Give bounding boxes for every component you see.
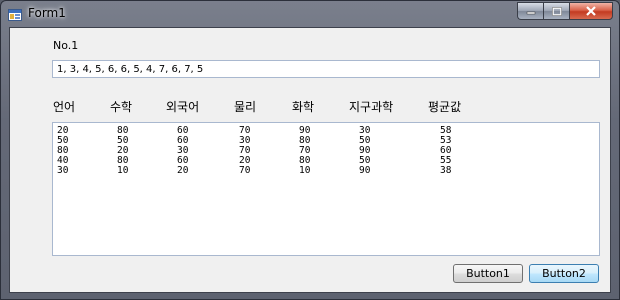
numbers-input[interactable] [52,60,600,78]
header-chemistry: 화학 [292,100,315,114]
form1-window: Form1 No.1 언어 수학 외국어 물리 화학 지구과학 평균값 [0,0,620,300]
client-area: No.1 언어 수학 외국어 물리 화학 지구과학 평균값 20 80 60 7… [9,27,611,293]
list-item[interactable]: 30 10 20 70 10 90 38 [53,166,599,176]
app-icon[interactable] [8,7,22,21]
cell-chemistry: 10 [299,165,311,176]
column-headers: 언어 수학 외국어 물리 화학 지구과학 평균값 [10,98,610,114]
maximize-icon [551,6,562,16]
button1[interactable]: Button1 [453,264,523,283]
results-listbox[interactable]: 20 80 60 70 90 30 58 50 50 60 30 80 50 5… [52,122,600,256]
header-earth-science: 지구과학 [349,100,394,114]
no-label: No.1 [53,39,79,52]
caption-buttons [517,2,613,21]
cell-language: 30 [57,165,69,176]
close-button[interactable] [569,2,613,20]
maximize-button[interactable] [543,2,569,20]
cell-physics: 70 [239,165,251,176]
header-physics: 물리 [234,100,257,114]
minimize-icon [526,11,535,15]
header-foreign-language: 외국어 [166,100,200,114]
cell-math: 10 [117,165,129,176]
cell-average: 38 [440,165,452,176]
header-average: 평균값 [428,100,462,114]
title-bar[interactable]: Form1 [1,1,619,27]
header-math: 수학 [110,100,133,114]
list-item[interactable]: 20 80 60 70 90 30 58 [53,126,599,136]
list-item[interactable]: 40 80 60 20 80 50 55 [53,156,599,166]
window-title: Form1 [28,6,66,20]
header-language: 언어 [53,100,76,114]
minimize-button[interactable] [517,2,543,20]
cell-earth-science: 90 [359,165,371,176]
button2[interactable]: Button2 [529,264,599,283]
list-item[interactable]: 80 20 30 70 70 90 60 [53,146,599,156]
list-item[interactable]: 50 50 60 30 80 50 53 [53,136,599,146]
close-icon [586,6,596,16]
cell-foreign-language: 20 [177,165,189,176]
